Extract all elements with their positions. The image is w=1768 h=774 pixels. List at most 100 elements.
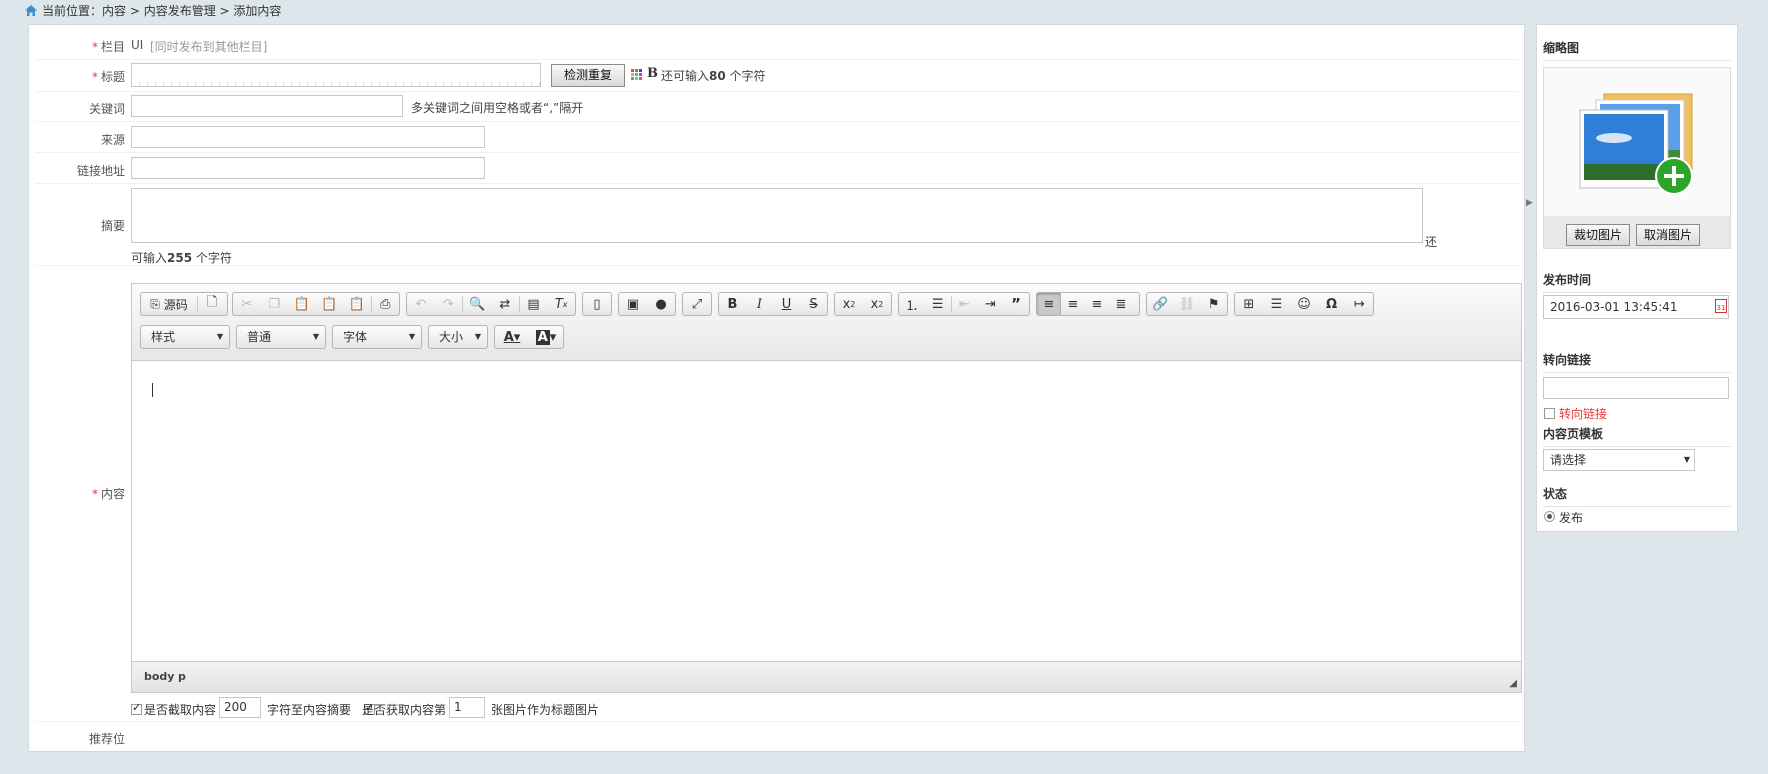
thumbnail-heading: 缩略图 (1543, 39, 1731, 61)
format-dropdown[interactable]: 普通 ▼ (236, 325, 326, 349)
chevron-down-icon: ▼ (216, 332, 223, 341)
source-row: 来源 (35, 121, 1518, 153)
keywords-row: 关键词 多关键词之间用空格或者“,”隔开 (35, 91, 1518, 122)
chevron-down-icon: ▼ (408, 332, 415, 341)
home-icon[interactable] (24, 4, 38, 22)
chevron-down-icon: ▼ (312, 332, 319, 341)
underline-icon[interactable]: U (773, 293, 800, 315)
flash-icon[interactable]: ● (647, 293, 675, 315)
find-icon[interactable]: 🔍 (463, 293, 491, 315)
replace-icon[interactable]: ⇄ (491, 293, 519, 315)
collapse-sidebar-icon[interactable]: ▶ (1526, 198, 1533, 208)
bold-title-icon[interactable]: B (647, 66, 658, 81)
style-dropdown[interactable]: 样式 ▼ (140, 325, 230, 349)
redo-icon[interactable]: ↷ (435, 293, 463, 315)
indent-icon[interactable]: ⇥ (977, 293, 1003, 315)
source-input[interactable] (131, 126, 485, 148)
bulleted-list-icon[interactable]: ☰ (925, 293, 951, 315)
thumbnail-box: 裁切图片 取消图片 (1543, 67, 1731, 249)
paste-icon[interactable]: 📋 (288, 293, 316, 315)
text-color-icon[interactable]: A▾ (495, 326, 529, 348)
cut-content-checkbox[interactable] (131, 701, 142, 715)
page-break-icon[interactable]: ▯ (583, 293, 611, 315)
element-path-p[interactable]: p (178, 670, 186, 683)
chevron-down-icon: ▼ (474, 332, 481, 341)
select-all-icon[interactable]: ▤ (520, 293, 548, 315)
summary-label: 摘要 (100, 219, 125, 233)
summary-textarea[interactable] (131, 188, 1423, 243)
cut-icon[interactable]: ✂ (233, 293, 261, 315)
sync-column-link[interactable]: [同时发布到其他栏目] (150, 38, 267, 55)
required-mark: * (91, 40, 98, 54)
toolbar-group-clipboard: ✂ ❐ 📋 📋 📋 ⎙ (232, 292, 400, 316)
size-dropdown[interactable]: 大小 ▼ (428, 325, 488, 349)
blockquote-icon[interactable]: ” (1003, 293, 1029, 315)
paste-text-icon[interactable]: 📋 (316, 293, 344, 315)
column-label: * 栏目 (91, 40, 125, 54)
bg-color-icon[interactable]: A ▾ (529, 326, 563, 348)
recommend-label: 推荐位 (88, 732, 125, 746)
font-dropdown[interactable]: 字体 ▼ (332, 325, 422, 349)
link-row: 链接地址 (35, 152, 1518, 184)
keywords-input[interactable] (131, 95, 403, 117)
check-duplicate-button[interactable]: 检测重复 (551, 64, 625, 87)
toolbar-group-maximize: ⤢ (682, 292, 712, 316)
redirect-url-input[interactable] (1543, 377, 1729, 399)
template-select[interactable]: 请选择 ▼ (1543, 449, 1695, 471)
toolbar-group-basic-styles: B I U S (718, 292, 828, 316)
calendar-icon[interactable]: 31 (1715, 299, 1727, 313)
element-path-body[interactable]: body (144, 670, 174, 683)
editor-content-area[interactable] (132, 361, 1521, 658)
title-input[interactable] (131, 63, 541, 87)
strikethrough-icon[interactable]: S (800, 293, 827, 315)
recommend-row: 推荐位 (35, 721, 1518, 750)
outdent-icon[interactable]: ⇤ (952, 293, 978, 315)
publish-time-input[interactable]: 2016-03-01 13:45:41 (1543, 295, 1729, 319)
maximize-icon[interactable]: ⤢ (683, 293, 711, 315)
crop-image-button[interactable]: 裁切图片 (1566, 224, 1630, 246)
link-input[interactable] (131, 157, 485, 179)
image-icon[interactable]: ▣ (619, 293, 647, 315)
redirect-checkbox[interactable] (1544, 408, 1555, 419)
remove-format-icon[interactable]: Tx (547, 293, 575, 315)
cancel-image-button[interactable]: 取消图片 (1636, 224, 1700, 246)
image-index-input[interactable]: 1 (449, 697, 485, 718)
subscript-icon[interactable]: x2 (835, 293, 863, 315)
anchor-icon[interactable]: ⚑ (1200, 293, 1227, 315)
horizontal-rule-icon[interactable]: ☰ (1263, 293, 1291, 315)
publish-status-radio[interactable] (1544, 511, 1555, 522)
print-icon[interactable]: ⎙ (371, 293, 399, 315)
align-left-icon[interactable]: ≡ (1037, 293, 1061, 315)
resize-handle-icon[interactable]: ◢ (1509, 678, 1517, 689)
align-right-icon[interactable]: ≡ (1085, 293, 1109, 315)
rich-text-editor: ⎘ 源码 🗋 ✂ ❐ 📋 📋 📋 ⎙ ↶ ↷ 🔍 ⇄ ▤ T x ▯ ▣ ● ⤢… (131, 283, 1522, 693)
new-page-icon[interactable]: 🗋 (198, 293, 226, 315)
paste-word-icon[interactable]: 📋 (343, 293, 371, 315)
smiley-icon[interactable]: ☺ (1290, 293, 1318, 315)
undo-icon[interactable]: ↶ (407, 293, 435, 315)
link-icon[interactable]: 🔗 (1147, 293, 1174, 315)
table-icon[interactable]: ⊞ (1235, 293, 1263, 315)
cut-content-label: 是否截取内容 (144, 703, 217, 717)
toolbar-group-script: x2 x2 (834, 292, 892, 316)
copy-icon[interactable]: ❐ (261, 293, 289, 315)
color-picker-icon[interactable] (631, 69, 643, 84)
align-justify-icon[interactable]: ≣ (1109, 293, 1133, 315)
numbered-list-icon[interactable]: ⒈ (899, 293, 925, 315)
thumbnail-placeholder-image[interactable] (1574, 88, 1704, 201)
status-heading: 状态 (1543, 485, 1731, 507)
redirect-heading: 转向链接 (1543, 351, 1731, 373)
toolbar-group-links: 🔗 ⛓ ⚑ (1146, 292, 1228, 316)
title-label: * 标题 (91, 70, 125, 84)
unlink-icon[interactable]: ⛓ (1174, 293, 1201, 315)
link-label: 链接地址 (76, 164, 125, 178)
italic-icon[interactable]: I (746, 293, 773, 315)
special-char-icon[interactable]: Ω (1318, 293, 1346, 315)
align-center-icon[interactable]: ≡ (1061, 293, 1085, 315)
cut-length-input[interactable]: 200 (219, 697, 261, 718)
bold-icon[interactable]: B (719, 293, 746, 315)
source-button[interactable]: ⎘ 源码 (141, 293, 197, 315)
superscript-icon[interactable]: x2 (863, 293, 891, 315)
insert-pagebreak-icon[interactable]: ↦ (1345, 293, 1373, 315)
toolbar-group-table: ⊞ ☰ ☺ Ω ↦ (1234, 292, 1374, 316)
